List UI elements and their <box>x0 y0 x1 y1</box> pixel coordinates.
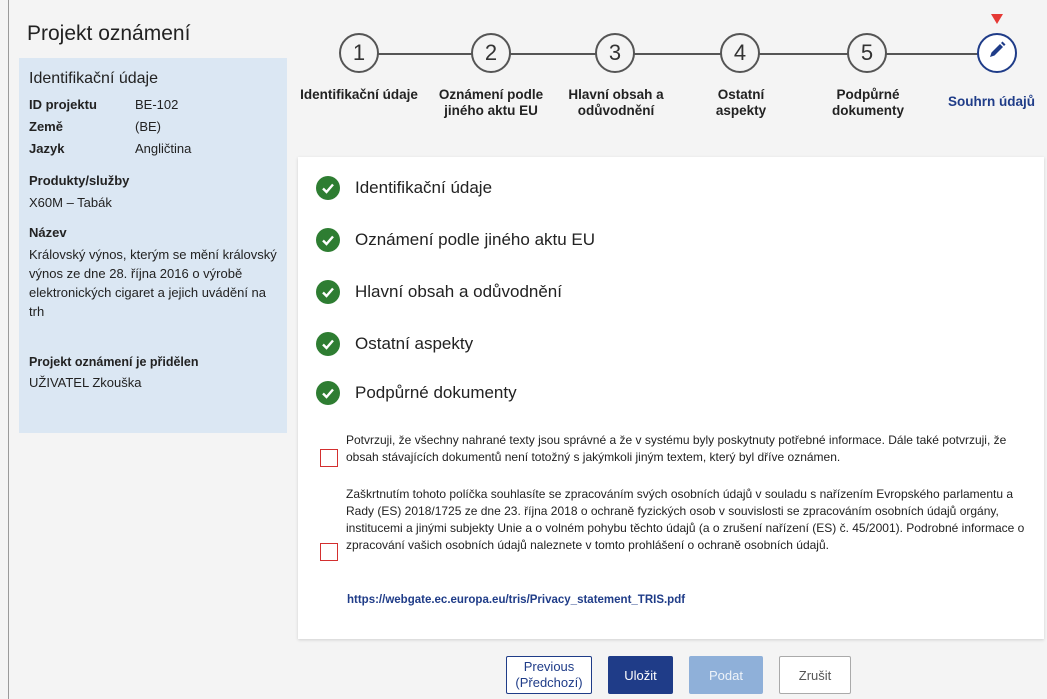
step-3-circle[interactable]: 3 <box>595 33 635 73</box>
summary-item-label: Identifikační údaje <box>355 178 493 197</box>
confirm-accuracy: Potvrzuji, že všechny nahrané texty jsou… <box>320 432 1036 467</box>
summary-item-label: Ostatní aspekty <box>355 334 474 353</box>
confirm-privacy: Zaškrtnutím tohoto políčka souhlasíte se… <box>320 486 1042 561</box>
name-label: Název <box>29 225 67 240</box>
assigned-label: Projekt oznámení je přidělen <box>29 355 199 369</box>
step-5-label[interactable]: Podpůrné dokumenty <box>819 87 917 119</box>
confirm-accuracy-text: Potvrzuji, že všechny nahrané texty jsou… <box>346 433 1007 464</box>
page-title: Projekt oznámení <box>27 22 191 45</box>
step-1-circle[interactable]: 1 <box>339 33 379 73</box>
check-circle-icon <box>316 381 340 405</box>
progress-stepper: 1 2 3 4 5 Identifikační údaje Oznámení p… <box>300 14 1047 124</box>
field-value: Angličtina <box>135 141 192 156</box>
check-circle-icon <box>316 228 340 252</box>
assigned-value: UŽIVATEL Zkouška <box>29 375 142 390</box>
step-2-label[interactable]: Oznámení podle jiného aktu EU <box>426 87 556 119</box>
confirm-privacy-text: Zaškrtnutím tohoto políčka souhlasíte se… <box>346 487 1025 552</box>
check-circle-icon <box>316 280 340 304</box>
name-value: Královský výnos, kterým se mění královsk… <box>29 247 277 319</box>
step-1-label[interactable]: Identifikační údaje <box>294 87 424 103</box>
step-2-circle[interactable]: 2 <box>471 33 511 73</box>
summary-item: Identifikační údaje <box>316 176 492 200</box>
summary-item-label: Oznámení podle jiného aktu EU <box>355 230 596 249</box>
step-3-label[interactable]: Hlavní obsah a odůvodnění <box>558 87 674 119</box>
summary-item-label: Podpůrné dokumenty <box>355 383 517 402</box>
summary-item: Podpůrné dokumenty <box>316 381 517 405</box>
identification-panel: Identifikační údaje ID projektu BE-102 Z… <box>19 58 287 433</box>
summary-item: Oznámení podle jiného aktu EU <box>316 228 595 252</box>
summary-item: Hlavní obsah a odůvodnění <box>316 280 562 304</box>
step-4-circle[interactable]: 4 <box>720 33 760 73</box>
field-value: BE-102 <box>135 97 179 112</box>
step-5-circle[interactable]: 5 <box>847 33 887 73</box>
summary-item-label: Hlavní obsah a odůvodnění <box>355 282 562 301</box>
products-value: X60M – Tabák <box>29 195 112 210</box>
field-project-id: ID projektu BE-102 <box>29 94 277 116</box>
summary-card: Identifikační údaje Oznámení podle jinéh… <box>298 157 1044 639</box>
privacy-statement-link[interactable]: https://webgate.ec.europa.eu/tris/Privac… <box>347 594 685 606</box>
confirm-privacy-checkbox[interactable] <box>320 543 338 561</box>
pencil-icon <box>987 40 1007 66</box>
field-label: ID projektu <box>29 97 97 112</box>
cancel-button[interactable]: Zrušit <box>779 656 851 694</box>
summary-item: Ostatní aspekty <box>316 332 473 356</box>
field-value: (BE) <box>135 119 161 134</box>
step-summary-circle[interactable] <box>977 33 1017 73</box>
previous-button-label-cz: (Předchozí) <box>515 675 583 690</box>
panel-heading: Identifikační údaje <box>29 70 158 87</box>
check-circle-icon <box>316 176 340 200</box>
current-step-marker-icon <box>991 14 1003 24</box>
field-label: Jazyk <box>29 141 65 156</box>
submit-button[interactable]: Podat <box>689 656 763 694</box>
check-circle-icon <box>316 332 340 356</box>
app-frame: Projekt oznámení Identifikační údaje ID … <box>8 0 1047 699</box>
products-label: Produkty/služby <box>29 173 130 188</box>
field-country: Země (BE) <box>29 116 277 138</box>
confirm-accuracy-checkbox[interactable] <box>320 449 338 467</box>
field-label: Země <box>29 119 63 134</box>
previous-button-label: Previous <box>523 659 575 674</box>
step-4-label[interactable]: Ostatní aspekty <box>695 87 787 119</box>
step-summary-label[interactable]: Souhrn údajů <box>948 94 1047 110</box>
save-button[interactable]: Uložit <box>608 656 673 694</box>
field-language: Jazyk Angličtina <box>29 138 277 160</box>
previous-button[interactable]: Previous (Předchozí) <box>506 656 592 694</box>
